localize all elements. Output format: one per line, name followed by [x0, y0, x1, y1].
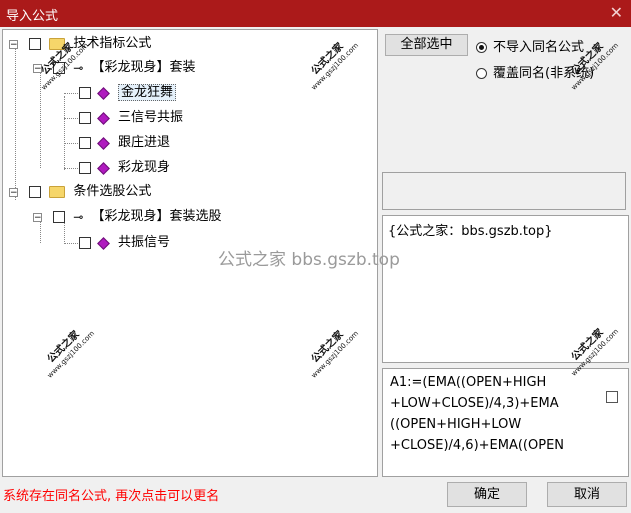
checkbox[interactable]	[29, 186, 42, 198]
cancel-button[interactable]: 取消	[547, 482, 627, 507]
info-box	[382, 172, 626, 210]
tree-item-formula[interactable]: 共振信号	[79, 232, 170, 254]
tree-node-stock-selection[interactable]: − 条件选股公式	[9, 181, 151, 203]
formula-icon	[97, 236, 110, 250]
key-icon: ⊸	[73, 210, 84, 224]
tree-node-group-selection-set[interactable]: − ⊸ 【彩龙现身】套装选股	[33, 206, 222, 228]
formula-icon	[97, 86, 110, 100]
formula-icon	[97, 136, 110, 150]
radio-button[interactable]	[476, 68, 487, 79]
watermark-text: 公式之家 bbs.gszb.top	[218, 250, 400, 270]
tree-item-formula[interactable]: 三信号共振	[79, 107, 183, 129]
tree-connector	[64, 168, 78, 169]
editor-checkbox[interactable]	[606, 391, 618, 403]
formula-icon	[97, 161, 110, 175]
option-label: 不导入同名公式	[493, 40, 585, 55]
checkbox[interactable]	[29, 38, 42, 50]
status-message: 系统存在同名公式, 再次点击可以更名	[3, 489, 220, 504]
collapse-icon[interactable]: −	[9, 188, 18, 198]
collapse-icon[interactable]: −	[9, 40, 18, 50]
folder-icon	[49, 186, 66, 198]
tree-item-label: 共振信号	[118, 235, 171, 250]
checkbox[interactable]	[53, 211, 66, 223]
tree-node-label: 【彩龙现身】套装	[91, 60, 196, 75]
collapse-icon[interactable]: −	[33, 213, 42, 223]
tree-connector	[15, 48, 16, 200]
checkbox[interactable]	[79, 162, 91, 174]
description-text: {公式之家：bbs.gszb.top}	[388, 224, 553, 239]
close-icon[interactable]: ✕	[610, 3, 623, 22]
tree-item-formula[interactable]: 彩龙现身	[79, 157, 170, 179]
tree-item-label: 彩龙现身	[118, 160, 171, 175]
tree-node-label: 【彩龙现身】套装选股	[91, 209, 222, 224]
formula-icon	[97, 111, 110, 125]
checkbox[interactable]	[79, 237, 91, 249]
ok-button[interactable]: 确定	[447, 482, 527, 507]
checkbox[interactable]	[79, 137, 91, 149]
window-title: 导入公式	[6, 9, 59, 24]
tree-connector	[64, 243, 78, 244]
title-bar: 导入公式 ✕	[0, 0, 631, 27]
tree-item-formula[interactable]: 跟庄进退	[79, 132, 170, 154]
tree-item-formula[interactable]: 金龙狂舞	[79, 82, 177, 104]
checkbox[interactable]	[79, 87, 91, 99]
option-no-import-same-name[interactable]: 不导入同名公式	[476, 36, 584, 55]
tree-connector	[64, 93, 78, 94]
tree-connector	[64, 143, 78, 144]
tree-item-label: 跟庄进退	[118, 135, 171, 150]
tree-node-label: 条件选股公式	[73, 184, 152, 199]
formula-source-text[interactable]: A1:=(EMA((OPEN+HIGH +LOW+CLOSE)/4,3)+EMA…	[390, 372, 604, 456]
checkbox[interactable]	[79, 112, 91, 124]
select-all-button[interactable]: 全部选中	[385, 34, 468, 56]
tree-item-label: 三信号共振	[118, 110, 184, 125]
tree-connector	[64, 118, 78, 119]
tree-item-label: 金龙狂舞	[118, 84, 177, 101]
tree-connector	[64, 96, 65, 170]
radio-button[interactable]	[476, 42, 487, 53]
